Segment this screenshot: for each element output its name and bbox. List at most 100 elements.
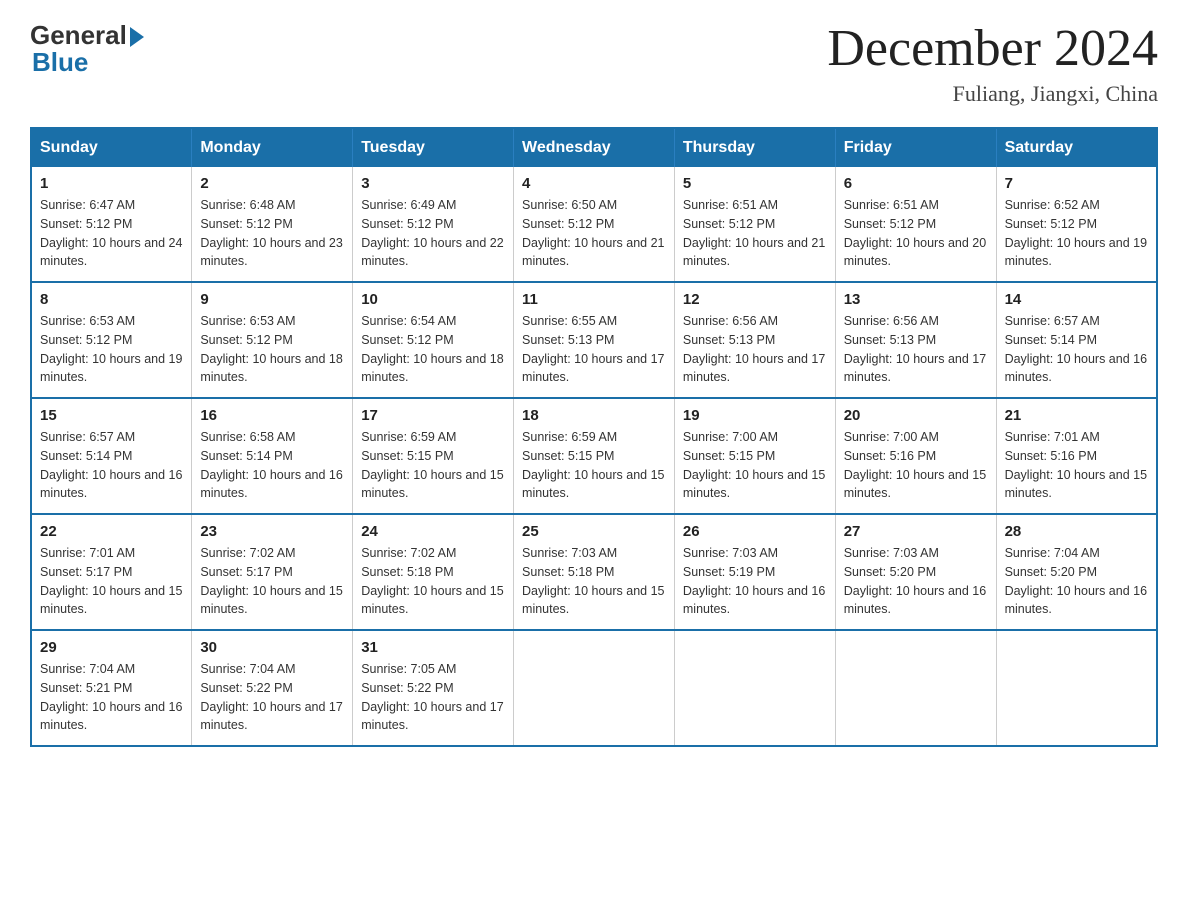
day-number: 29 (40, 639, 183, 656)
day-number: 30 (200, 639, 344, 656)
calendar-cell: 22 Sunrise: 7:01 AMSunset: 5:17 PMDayligh… (31, 514, 192, 630)
calendar-cell: 20 Sunrise: 7:00 AMSunset: 5:16 PMDayligh… (835, 398, 996, 514)
day-number: 22 (40, 523, 183, 540)
calendar-week-row: 8 Sunrise: 6:53 AMSunset: 5:12 PMDaylight… (31, 282, 1157, 398)
calendar-cell: 8 Sunrise: 6:53 AMSunset: 5:12 PMDaylight… (31, 282, 192, 398)
day-number: 2 (200, 175, 344, 192)
calendar-table: SundayMondayTuesdayWednesdayThursdayFrid… (30, 127, 1158, 747)
day-number: 1 (40, 175, 183, 192)
day-info: Sunrise: 6:53 AMSunset: 5:12 PMDaylight:… (200, 312, 344, 387)
calendar-cell: 3 Sunrise: 6:49 AMSunset: 5:12 PMDaylight… (353, 167, 514, 282)
calendar-cell (835, 630, 996, 746)
day-number: 17 (361, 407, 505, 424)
day-info: Sunrise: 7:00 AMSunset: 5:16 PMDaylight:… (844, 428, 988, 503)
calendar-cell: 11 Sunrise: 6:55 AMSunset: 5:13 PMDayligh… (514, 282, 675, 398)
day-number: 21 (1005, 407, 1148, 424)
calendar-cell: 21 Sunrise: 7:01 AMSunset: 5:16 PMDayligh… (996, 398, 1157, 514)
day-info: Sunrise: 6:51 AMSunset: 5:12 PMDaylight:… (844, 196, 988, 271)
day-of-week-tuesday: Tuesday (353, 128, 514, 167)
month-title: December 2024 (827, 20, 1158, 77)
day-info: Sunrise: 6:56 AMSunset: 5:13 PMDaylight:… (683, 312, 827, 387)
day-number: 16 (200, 407, 344, 424)
calendar-cell: 28Sunrise: 7:04 AMSunset: 5:20 PMDayligh… (996, 514, 1157, 630)
day-number: 25 (522, 523, 666, 540)
day-info: Sunrise: 7:03 AMSunset: 5:19 PMDaylight:… (683, 544, 827, 619)
day-number: 19 (683, 407, 827, 424)
day-number: 20 (844, 407, 988, 424)
day-info: Sunrise: 7:03 AMSunset: 5:20 PMDaylight:… (844, 544, 988, 619)
day-info: Sunrise: 7:03 AMSunset: 5:18 PMDaylight:… (522, 544, 666, 619)
day-of-week-monday: Monday (192, 128, 353, 167)
page-header: General Blue December 2024 Fuliang, Jian… (30, 20, 1158, 107)
calendar-cell: 27 Sunrise: 7:03 AMSunset: 5:20 PMDayligh… (835, 514, 996, 630)
day-info: Sunrise: 6:59 AMSunset: 5:15 PMDaylight:… (522, 428, 666, 503)
day-info: Sunrise: 6:49 AMSunset: 5:12 PMDaylight:… (361, 196, 505, 271)
day-number: 24 (361, 523, 505, 540)
day-of-week-saturday: Saturday (996, 128, 1157, 167)
day-number: 13 (844, 291, 988, 308)
day-info: Sunrise: 7:00 AMSunset: 5:15 PMDaylight:… (683, 428, 827, 503)
location-title: Fuliang, Jiangxi, China (827, 81, 1158, 107)
calendar-cell: 7 Sunrise: 6:52 AMSunset: 5:12 PMDaylight… (996, 167, 1157, 282)
calendar-cell: 9 Sunrise: 6:53 AMSunset: 5:12 PMDaylight… (192, 282, 353, 398)
day-number: 14 (1005, 291, 1148, 308)
calendar-week-row: 1 Sunrise: 6:47 AMSunset: 5:12 PMDaylight… (31, 167, 1157, 282)
calendar-cell: 24Sunrise: 7:02 AMSunset: 5:18 PMDayligh… (353, 514, 514, 630)
day-number: 7 (1005, 175, 1148, 192)
day-number: 27 (844, 523, 988, 540)
calendar-cell: 23 Sunrise: 7:02 AMSunset: 5:17 PMDayligh… (192, 514, 353, 630)
calendar-cell: 4 Sunrise: 6:50 AMSunset: 5:12 PMDaylight… (514, 167, 675, 282)
day-info: Sunrise: 7:01 AMSunset: 5:17 PMDaylight:… (40, 544, 183, 619)
day-number: 12 (683, 291, 827, 308)
day-info: Sunrise: 6:52 AMSunset: 5:12 PMDaylight:… (1005, 196, 1148, 271)
day-info: Sunrise: 6:53 AMSunset: 5:12 PMDaylight:… (40, 312, 183, 387)
logo-arrow-icon (130, 27, 144, 47)
day-info: Sunrise: 7:04 AMSunset: 5:22 PMDaylight:… (200, 660, 344, 735)
day-number: 5 (683, 175, 827, 192)
day-number: 23 (200, 523, 344, 540)
calendar-cell: 18 Sunrise: 6:59 AMSunset: 5:15 PMDayligh… (514, 398, 675, 514)
day-number: 9 (200, 291, 344, 308)
day-info: Sunrise: 6:56 AMSunset: 5:13 PMDaylight:… (844, 312, 988, 387)
day-of-week-friday: Friday (835, 128, 996, 167)
calendar-cell (514, 630, 675, 746)
calendar-cell (996, 630, 1157, 746)
calendar-cell: 15Sunrise: 6:57 AMSunset: 5:14 PMDayligh… (31, 398, 192, 514)
day-number: 4 (522, 175, 666, 192)
day-info: Sunrise: 6:50 AMSunset: 5:12 PMDaylight:… (522, 196, 666, 271)
day-number: 18 (522, 407, 666, 424)
calendar-header-row: SundayMondayTuesdayWednesdayThursdayFrid… (31, 128, 1157, 167)
calendar-cell: 16 Sunrise: 6:58 AMSunset: 5:14 PMDayligh… (192, 398, 353, 514)
calendar-cell: 1 Sunrise: 6:47 AMSunset: 5:12 PMDaylight… (31, 167, 192, 282)
calendar-cell: 30 Sunrise: 7:04 AMSunset: 5:22 PMDayligh… (192, 630, 353, 746)
day-info: Sunrise: 6:55 AMSunset: 5:13 PMDaylight:… (522, 312, 666, 387)
day-info: Sunrise: 6:51 AMSunset: 5:12 PMDaylight:… (683, 196, 827, 271)
calendar-cell: 17Sunrise: 6:59 AMSunset: 5:15 PMDayligh… (353, 398, 514, 514)
day-info: Sunrise: 6:57 AMSunset: 5:14 PMDaylight:… (40, 428, 183, 503)
day-number: 10 (361, 291, 505, 308)
day-info: Sunrise: 6:58 AMSunset: 5:14 PMDaylight:… (200, 428, 344, 503)
day-info: Sunrise: 6:48 AMSunset: 5:12 PMDaylight:… (200, 196, 344, 271)
calendar-week-row: 22 Sunrise: 7:01 AMSunset: 5:17 PMDayligh… (31, 514, 1157, 630)
day-number: 3 (361, 175, 505, 192)
day-of-week-sunday: Sunday (31, 128, 192, 167)
day-info: Sunrise: 7:02 AMSunset: 5:17 PMDaylight:… (200, 544, 344, 619)
day-number: 26 (683, 523, 827, 540)
day-number: 31 (361, 639, 505, 656)
calendar-cell: 2 Sunrise: 6:48 AMSunset: 5:12 PMDaylight… (192, 167, 353, 282)
calendar-cell (674, 630, 835, 746)
day-number: 8 (40, 291, 183, 308)
calendar-cell: 12 Sunrise: 6:56 AMSunset: 5:13 PMDayligh… (674, 282, 835, 398)
day-number: 28 (1005, 523, 1148, 540)
calendar-week-row: 15Sunrise: 6:57 AMSunset: 5:14 PMDayligh… (31, 398, 1157, 514)
calendar-cell: 31Sunrise: 7:05 AMSunset: 5:22 PMDayligh… (353, 630, 514, 746)
day-number: 11 (522, 291, 666, 308)
day-info: Sunrise: 7:01 AMSunset: 5:16 PMDaylight:… (1005, 428, 1148, 503)
day-info: Sunrise: 6:47 AMSunset: 5:12 PMDaylight:… (40, 196, 183, 271)
calendar-cell: 19 Sunrise: 7:00 AMSunset: 5:15 PMDayligh… (674, 398, 835, 514)
day-info: Sunrise: 7:04 AMSunset: 5:21 PMDaylight:… (40, 660, 183, 735)
calendar-week-row: 29 Sunrise: 7:04 AMSunset: 5:21 PMDayligh… (31, 630, 1157, 746)
calendar-cell: 13 Sunrise: 6:56 AMSunset: 5:13 PMDayligh… (835, 282, 996, 398)
calendar-cell: 5 Sunrise: 6:51 AMSunset: 5:12 PMDaylight… (674, 167, 835, 282)
day-number: 6 (844, 175, 988, 192)
